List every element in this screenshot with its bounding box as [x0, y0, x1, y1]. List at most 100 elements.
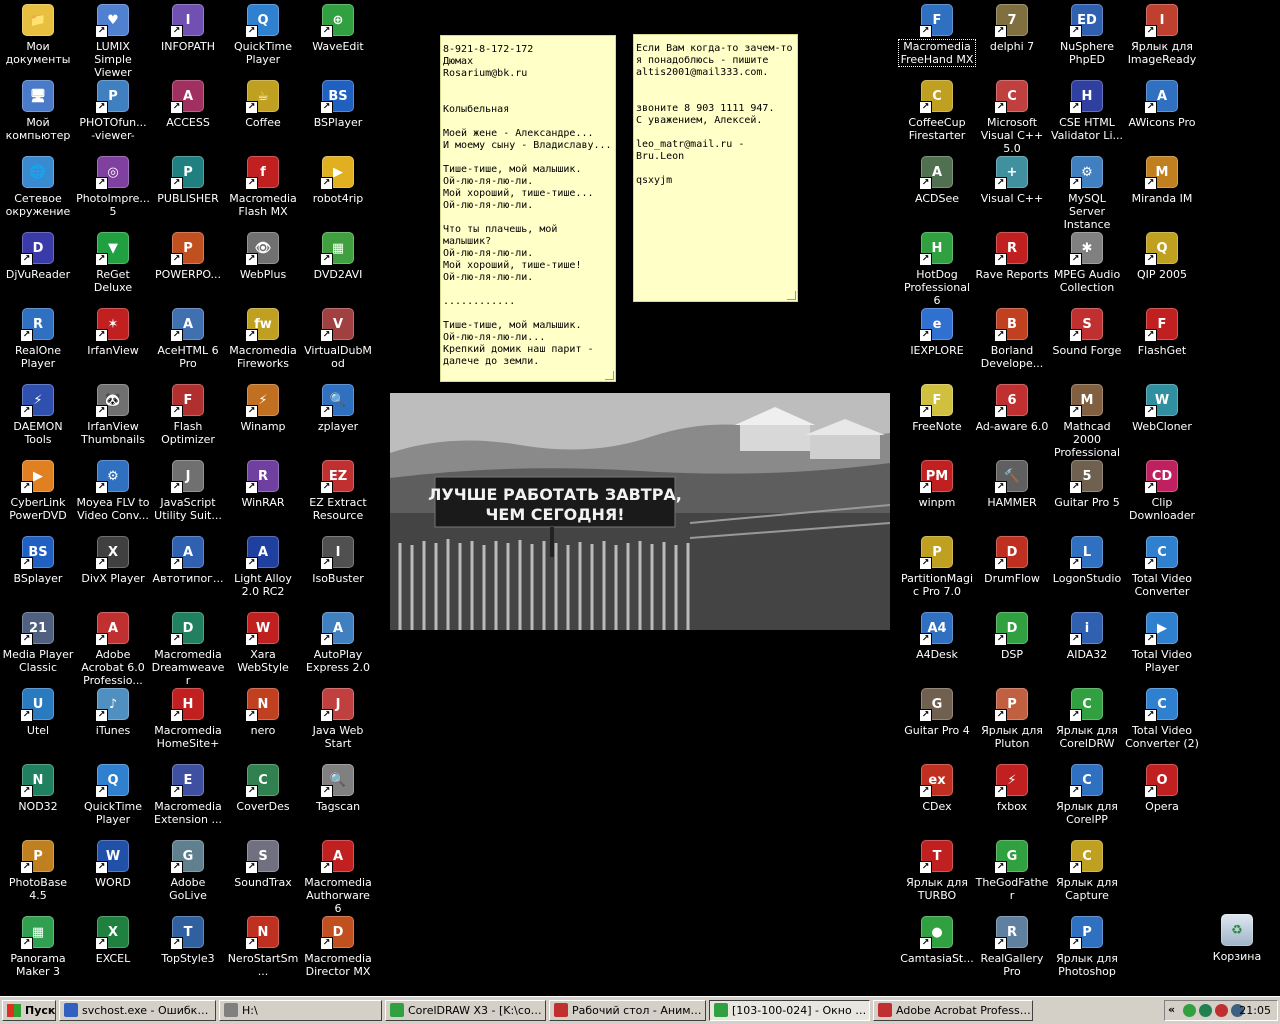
desktop-icon[interactable]: D ↗ Macromedia Director MX	[300, 914, 376, 988]
desktop-icon[interactable]: ▦ ↗ Panorama Maker 3	[0, 914, 76, 988]
desktop-icon[interactable]: F ↗ FlashGet	[1124, 306, 1200, 380]
desktop-icon[interactable]: A ↗ AutoPlay Express 2.0	[300, 610, 376, 684]
desktop-icon[interactable]: ▶ ↗ robot4rip	[300, 154, 376, 228]
desktop-icon[interactable]: ▼ ↗ ReGet Deluxe	[75, 230, 151, 304]
desktop-icon[interactable]: EZ ↗ EZ Extract Resource	[300, 458, 376, 532]
desktop-icon[interactable]: A4 ↗ A4Desk	[899, 610, 975, 684]
desktop-icon[interactable]: Q ↗ QuickTime Player	[225, 2, 301, 76]
desktop-icon[interactable]: R ↗ Rave Reports	[974, 230, 1050, 304]
desktop-icon[interactable]: C ↗ Microsoft Visual C++ 5.0	[974, 78, 1050, 155]
desktop-icon[interactable]: V ↗ VirtualDubMod	[300, 306, 376, 380]
desktop-icon[interactable]: H ↗ Macromedia HomeSite+	[150, 686, 226, 760]
desktop-icon[interactable]: M ↗ Miranda IM	[1124, 154, 1200, 228]
desktop-icon[interactable]: ✶ ↗ IrfanView	[75, 306, 151, 380]
desktop-icon[interactable]: N ↗ NOD32	[0, 762, 76, 836]
desktop-icon[interactable]: H ↗ HotDog Professional 6	[899, 230, 975, 307]
desktop-icon[interactable]: 🔍 ↗ zplayer	[300, 382, 376, 456]
desktop-icon[interactable]: 🌐 Сетевое окружение	[0, 154, 76, 228]
desktop-icon[interactable]: ⚙↗MySQL Server Instance Co...	[1049, 154, 1125, 244]
tray-network-icon[interactable]	[1215, 1004, 1228, 1017]
desktop-icon[interactable]: D ↗ DjVuReader	[0, 230, 76, 304]
desktop-icon[interactable]: BS ↗ BSPlayer	[300, 78, 376, 152]
desktop-icon[interactable]: F ↗ Flash Optimizer	[150, 382, 226, 456]
tray-expand-icon[interactable]: «	[1168, 1003, 1175, 1016]
desktop-icon[interactable]: Q ↗ QuickTime Player	[75, 762, 151, 836]
resize-grip-icon[interactable]	[605, 371, 614, 380]
desktop-icon[interactable]: P ↗ PartitionMagic Pro 7.0	[899, 534, 975, 608]
desktop-icon[interactable]: O ↗ Opera	[1124, 762, 1200, 836]
desktop-icon[interactable]: A ↗ Автотипог...	[150, 534, 226, 608]
desktop-icon[interactable]: ⚙ ↗ Moyea FLV to Video Conv...	[75, 458, 151, 532]
desktop-icon[interactable]: ♪ ↗ iTunes	[75, 686, 151, 760]
tray-clover-icon[interactable]	[1183, 1004, 1196, 1017]
desktop-icon[interactable]: ◎ ↗ PhotoImpre... 5	[75, 154, 151, 228]
desktop-icon[interactable]: A ↗ Adobe Acrobat 6.0 Professio...	[75, 610, 151, 687]
desktop-icon[interactable]: R ↗ WinRAR	[225, 458, 301, 532]
desktop-icon[interactable]: E ↗ Macromedia Extension ...	[150, 762, 226, 836]
desktop-icon[interactable]: A ↗ Macromedia Authorware 6	[300, 838, 376, 915]
desktop-icon[interactable]: ▶ ↗ CyberLink PowerDVD	[0, 458, 76, 532]
sticky-note-2-text[interactable]: Если Вам когда-то зачем-то я понадоблюсь …	[636, 43, 797, 187]
desktop-icon[interactable]: ♥ ↗ LUMIX Simple Viewer	[75, 2, 151, 79]
taskbar-button[interactable]: Рабочий стол - Аниме-ф...	[549, 1000, 706, 1021]
desktop-icon[interactable]: e ↗ IEXPLORE	[899, 306, 975, 380]
desktop-icon[interactable]: G ↗ Guitar Pro 4	[899, 686, 975, 760]
desktop-icon[interactable]: PM ↗ winpm	[899, 458, 975, 532]
desktop-icon[interactable]: BS ↗ BSplayer	[0, 534, 76, 608]
desktop-icon[interactable]: X ↗ EXCEL	[75, 914, 151, 988]
desktop-icon[interactable]: R ↗ RealOne Player	[0, 306, 76, 380]
desktop-icon[interactable]: ⚡ ↗ DAEMON Tools	[0, 382, 76, 456]
desktop-icon[interactable]: W ↗ WORD	[75, 838, 151, 912]
desktop-icon[interactable]: ☕ ↗ Coffee	[225, 78, 301, 152]
desktop-icon[interactable]: ⚡ ↗ fxbox	[974, 762, 1050, 836]
desktop-icon[interactable]: ⊕ ↗ WaveEdit	[300, 2, 376, 76]
desktop-icon[interactable]: W ↗ Xara WebStyle	[225, 610, 301, 684]
desktop-icon[interactable]: A ↗ AWicons Pro	[1124, 78, 1200, 152]
desktop-icon[interactable]: I ↗ INFOPATH	[150, 2, 226, 76]
desktop-icon[interactable]: ⚡ ↗ Winamp	[225, 382, 301, 456]
desktop-icon[interactable]: 🔍 ↗ Tagscan	[300, 762, 376, 836]
taskbar-button[interactable]: CorelDRAW X3 - [K:\com...	[385, 1000, 546, 1021]
desktop[interactable]: 📁 Мои документы 🖥 Мой компьютер 🌐 Сетевое окр…	[0, 0, 1280, 996]
desktop-icon[interactable]: D ↗ Macromedia Dreamweaver	[150, 610, 226, 687]
start-button[interactable]: Пуск	[2, 1000, 56, 1021]
desktop-icon[interactable]: 5 ↗ Guitar Pro 5	[1049, 458, 1125, 532]
desktop-icon[interactable]: 🔨 ↗ HAMMER	[974, 458, 1050, 532]
desktop-icon[interactable]: C ↗ Ярлык для CorelPP	[1049, 762, 1125, 836]
desktop-icon[interactable]: 21 ↗ Media Player Classic	[0, 610, 76, 684]
desktop-icon[interactable]: C ↗ Total Video Converter (2)	[1124, 686, 1200, 760]
desktop-icon[interactable]: ● ↗ CamtasiaSt...	[899, 914, 975, 988]
desktop-icon[interactable]: A ↗ ACDSee	[899, 154, 975, 228]
desktop-icon[interactable]: S ↗ SoundTrax	[225, 838, 301, 912]
desktop-icon[interactable]: P ↗ PHOTOfun... -viewer-	[75, 78, 151, 152]
desktop-icon[interactable]: W ↗ WebCloner	[1124, 382, 1200, 456]
sticky-note-1-text[interactable]: 8-921-8-172-172 Дюмах Rosarium@bk.ru Колыбе…	[443, 44, 615, 368]
desktop-icon[interactable]: ▶ ↗ Total Video Player	[1124, 610, 1200, 684]
desktop-icon[interactable]: S ↗ Sound Forge	[1049, 306, 1125, 380]
clock[interactable]: 21:05	[1239, 1004, 1271, 1017]
desktop-icon[interactable]: Q ↗ QIP 2005	[1124, 230, 1200, 304]
desktop-icon[interactable]: CD ↗ Clip Downloader	[1124, 458, 1200, 532]
desktop-icon[interactable]: H ↗ CSE HTML Validator Li...	[1049, 78, 1125, 152]
recycle-bin[interactable]: ♻ Корзина	[1199, 912, 1275, 986]
desktop-icon[interactable]: P ↗ POWERPO...	[150, 230, 226, 304]
desktop-icon[interactable]: I ↗ Ярлык для ImageReady	[1124, 2, 1200, 76]
desktop-icon[interactable]: 🖥 Мой компьютер	[0, 78, 76, 152]
desktop-icon[interactable]: fw ↗ Macromedia Fireworks	[225, 306, 301, 380]
desktop-icon[interactable]: A ↗ AceHTML 6 Pro	[150, 306, 226, 380]
desktop-icon[interactable]: M↗Mathcad 2000 Professional ...	[1049, 382, 1125, 472]
desktop-icon[interactable]: G ↗ Adobe GoLive	[150, 838, 226, 912]
desktop-icon[interactable]: X ↗ DivX Player	[75, 534, 151, 608]
desktop-icon[interactable]: N ↗ NeroStartSm...	[225, 914, 301, 988]
desktop-icon[interactable]: A ↗ ACCESS	[150, 78, 226, 152]
sticky-note-1[interactable]: 8-921-8-172-172 Дюмах Rosarium@bk.ru Колыбе…	[440, 35, 616, 382]
desktop-icon[interactable]: F ↗ FreeNote	[899, 382, 975, 456]
desktop-icon[interactable]: T ↗ Ярлык для TURBO	[899, 838, 975, 912]
desktop-icon[interactable]: R ↗ RealGallery Pro	[974, 914, 1050, 988]
desktop-icon[interactable]: C ↗ CoffeeCup Firestarter	[899, 78, 975, 152]
desktop-icon[interactable]: T ↗ TopStyle3	[150, 914, 226, 988]
taskbar-button[interactable]: H:\	[219, 1000, 382, 1021]
desktop-icon[interactable]: f ↗ Macromedia Flash MX	[225, 154, 301, 228]
desktop-icon[interactable]: D ↗ DSP	[974, 610, 1050, 684]
taskbar-button[interactable]: svchost.exe - Ошибка пр...	[59, 1000, 216, 1021]
